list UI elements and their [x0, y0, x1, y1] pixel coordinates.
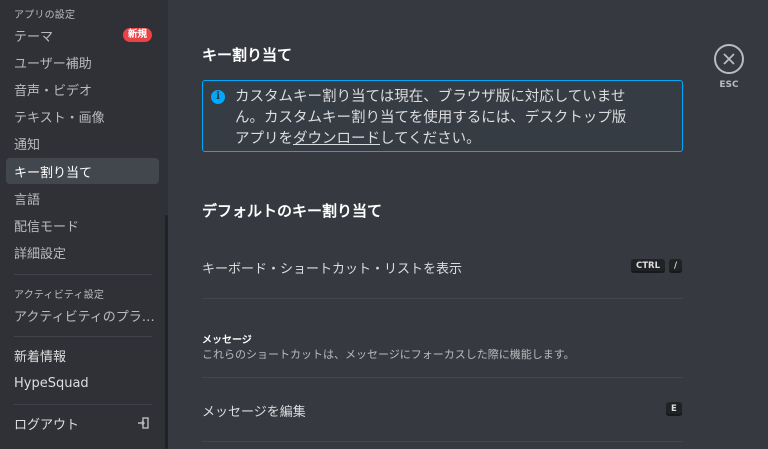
default-keybinds-title: デフォルトのキー割り当て: [202, 202, 383, 220]
logout-icon: [138, 417, 149, 429]
download-link[interactable]: ダウンロード: [293, 131, 380, 147]
key-cap: CTRL: [631, 259, 665, 273]
notice-line: してください。: [380, 131, 481, 147]
sidebar-divider: [14, 336, 152, 337]
sidebar-item-streamer-mode[interactable]: 配信モード: [6, 212, 159, 238]
notice-text: カスタムキー割り当ては現在、ブラウザ版に対応していませ ん。カスタムキー割り当て…: [235, 87, 675, 150]
page-title: キー割り当て: [202, 46, 293, 64]
notice-line: アプリを: [235, 131, 293, 147]
edit-message-keys: E: [666, 402, 682, 416]
sidebar-item-whats-new[interactable]: 新着情報: [6, 342, 159, 368]
sidebar-item-label: テーマ: [14, 29, 54, 45]
esc-label: ESC: [719, 80, 739, 90]
close-icon: [723, 53, 735, 65]
sidebar-item-activity-privacy[interactable]: アクティビティのプラ…: [6, 302, 159, 328]
sidebar-item-logout[interactable]: ログアウト: [6, 410, 159, 436]
sidebar-item-label: 新着情報: [14, 349, 67, 365]
sidebar-item-language[interactable]: 言語: [6, 185, 159, 211]
sidebar-divider: [14, 274, 152, 275]
new-badge: 新規: [122, 28, 152, 42]
sidebar-item-notifications[interactable]: 通知: [6, 130, 159, 156]
row-divider: [202, 377, 683, 378]
row-divider: [202, 441, 683, 442]
sidebar-item-label: 音声・ビデオ: [14, 83, 93, 99]
sidebar-item-label: ログアウト: [14, 417, 80, 433]
sidebar-item-label: ユーザー補助: [14, 56, 92, 72]
sidebar-item-label: HypeSquad: [14, 375, 89, 391]
sidebar-divider: [14, 404, 152, 405]
sidebar-item-label: キー割り当て: [14, 165, 93, 181]
keybinds-content: キー割り当て ESC i カスタムキー割り当ては現在、ブラウザ版に対応していませ…: [168, 0, 768, 449]
shortcut-list-label: キーボード・ショートカット・リストを表示: [202, 262, 463, 277]
sidebar-item-keybinds[interactable]: キー割り当て: [6, 158, 159, 184]
key-cap: /: [669, 259, 683, 273]
sidebar-item-label: アクティビティのプラ…: [14, 309, 155, 325]
info-icon: i: [211, 90, 225, 104]
notice-line: カスタムキー割り当ては現在、ブラウザ版に対応していませ: [235, 89, 626, 105]
shortcut-keys: CTRL /: [631, 259, 683, 273]
sidebar-item-label: 詳細設定: [14, 246, 67, 262]
sidebar-item-text-images[interactable]: テキスト・画像: [6, 103, 159, 129]
sidebar-item-label: 通知: [14, 137, 41, 153]
settings-sidebar: アプリの設定 テーマ 新規 ユーザー補助 音声・ビデオ テキスト・画像 通知 キ…: [0, 0, 168, 449]
sidebar-item-advanced[interactable]: 詳細設定: [6, 239, 159, 265]
sidebar-item-voice-video[interactable]: 音声・ビデオ: [6, 76, 159, 102]
sidebar-item-hypesquad[interactable]: HypeSquad: [6, 370, 159, 396]
edit-message-label: メッセージを編集: [202, 405, 306, 420]
browser-notice: i カスタムキー割り当ては現在、ブラウザ版に対応していませ ん。カスタムキー割り…: [202, 80, 683, 152]
notice-line: ん。カスタムキー割り当てを使用するには、デスクトップ版: [235, 110, 627, 126]
sidebar-item-label: テキスト・画像: [14, 110, 105, 126]
sidebar-item-label: 言語: [14, 192, 41, 208]
sidebar-item-accessibility[interactable]: ユーザー補助: [6, 49, 159, 75]
app-settings-header: アプリの設定: [14, 10, 76, 21]
row-divider: [202, 298, 683, 299]
messages-description: これらのショートカットは、メッセージにフォーカスした際に機能します。: [202, 348, 575, 361]
sidebar-item-theme[interactable]: テーマ 新規: [6, 22, 159, 48]
messages-header: メッセージ: [202, 335, 252, 346]
key-cap: E: [666, 402, 682, 416]
close-button[interactable]: [714, 44, 744, 74]
activity-settings-header: アクティビティ設定: [14, 290, 105, 301]
sidebar-item-label: 配信モード: [14, 219, 80, 235]
